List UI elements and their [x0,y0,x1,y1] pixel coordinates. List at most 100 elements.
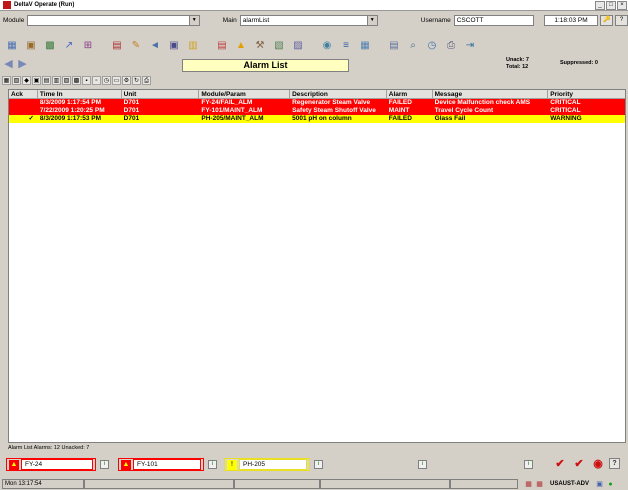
alarm-row[interactable]: 7/22/2009 1:20:25 PM D701 FY-101/MAINT_ALM… [9,107,625,115]
filter-unack-icon[interactable]: ▧ [12,76,21,85]
filter-type-icon[interactable]: ▭ [112,76,121,85]
unit-cell: D701 [123,115,140,122]
exit-icon[interactable]: ⇥ [462,39,478,53]
status-panel-2 [234,479,320,489]
filter-priority-icon[interactable]: ▫ [92,76,101,85]
alarm-banner-tag[interactable]: FY-101 [133,459,201,470]
filter-time-icon[interactable]: ◷ [102,76,111,85]
chevron-down-icon[interactable]: ▼ [188,15,199,25]
silence-horn-icon[interactable]: ◉ [590,458,606,471]
info-icon[interactable]: i [100,460,109,469]
alarm-banner: ▲ FY-24 i ▲ FY-101 i ! PH-205 i i i ✔ ✔ … [6,458,626,472]
monitor-icon: ▣ [596,480,603,488]
alarm-banner-slot-1[interactable]: ▲ FY-24 [6,458,96,471]
description-cell: Safety Steam Shutoff Valve [292,107,376,114]
help-button[interactable]: ? [615,14,628,26]
close-button[interactable]: × [617,0,627,10]
picture-icon[interactable]: ▧ [271,39,287,53]
filter-refresh-icon[interactable]: ↻ [132,76,141,85]
grid-icon[interactable]: ▦ [357,39,373,53]
back-arrow-icon[interactable]: ◀ [2,58,15,71]
main-display-value: alarmList [242,16,270,24]
chevron-down-icon[interactable]: ▼ [366,15,377,25]
filter-medium-icon[interactable]: ▤ [42,76,51,85]
header-row: Module ▼ Main alarmList ▼ Username CSCOT… [0,13,628,27]
window-icon[interactable]: ▣ [166,39,182,53]
ack-buttons: ✔ ✔ ◉ ? [552,458,623,471]
info-icon[interactable]: i [314,460,323,469]
process-graphics-icon[interactable]: ▩ [42,39,58,53]
plant-icon: ▦ [536,480,543,488]
filter-unit-icon[interactable]: ▩ [72,76,81,85]
alarm-banner-tag[interactable]: FY-24 [21,459,93,470]
maximize-button[interactable]: □ [606,0,616,10]
trend-icon[interactable]: ↗ [61,39,77,53]
filter-all-icon[interactable]: ▦ [2,76,11,85]
col-alarm[interactable]: Alarm [387,90,433,98]
warning-icon[interactable]: ▲ [233,39,249,53]
col-priority[interactable]: Priority [548,90,625,98]
alarm-banner-tag[interactable]: PH-205 [239,459,307,470]
ack-check-icon[interactable]: ✔ [552,458,568,471]
alarm-banner-slot-3[interactable]: ! PH-205 [224,458,310,471]
page-title: Alarm List [182,59,349,72]
module-combo[interactable]: ▼ [27,14,200,26]
key-icon[interactable]: 🔑 [600,14,614,26]
nav-back-icon[interactable]: ◄ [147,39,163,53]
col-message[interactable]: Message [433,90,549,98]
username-field[interactable]: CSCOTT [453,14,534,26]
chart-icon[interactable]: ▤ [214,39,230,53]
info-icon[interactable]: i [524,460,533,469]
ack-cell [9,99,38,107]
unack-label: Unack: [506,57,525,63]
alarm-row[interactable]: ✓ 8/3/2009 1:17:53 PM D701 PH-205/MAINT_ALM… [9,115,625,123]
module-cell: FY-24/FAIL_ALM [201,99,253,106]
alarm-row[interactable]: 8/3/2009 1:17:54 PM D701 FY-24/FAIL_ALM Reg… [9,99,625,107]
help-icon[interactable]: ? [609,458,620,469]
alarm-bell-icon: ! [227,459,237,470]
filter-low-icon[interactable]: ▥ [52,76,61,85]
col-ack[interactable]: Ack [9,90,38,98]
filter-settings-icon[interactable]: ⚙ [122,76,131,85]
printer-icon[interactable]: ⎙ [443,39,459,53]
total-label: Total: [506,64,521,70]
minimize-button[interactable]: _ [595,0,605,10]
clipboard-icon[interactable]: ▤ [386,39,402,53]
col-module-param[interactable]: Module/Param [199,90,291,98]
edit-icon[interactable]: ▨ [290,39,306,53]
filter-module-icon[interactable]: ▪ [82,76,91,85]
book-icon[interactable]: ▤ [109,39,125,53]
alarm-banner-slot-2[interactable]: ▲ FY-101 [118,458,204,471]
tools-icon[interactable]: ⚒ [252,39,268,53]
faceplate-icon[interactable]: ▦ [4,39,20,53]
col-unit[interactable]: Unit [122,90,200,98]
col-time-in[interactable]: Time In [38,90,122,98]
status-panel-4 [450,479,518,489]
connection-status-icon: ● [608,480,613,488]
message-cell: Glass Fail [434,115,466,122]
info-icon[interactable]: i [418,460,427,469]
filter-area-icon[interactable]: ▨ [62,76,71,85]
ack-cell: ✓ [28,115,34,122]
pencil-icon[interactable]: ✎ [128,39,144,53]
diagnostics-icon[interactable]: ⊞ [80,39,96,53]
col-description[interactable]: Description [290,90,387,98]
suppressed-label: Suppressed: [560,60,594,66]
info-icon[interactable]: i [208,460,217,469]
main-label: Main [222,16,237,24]
username-value: CSCOTT [456,16,484,24]
detail-icon[interactable]: ▣ [23,39,39,53]
globe-icon[interactable]: ◉ [319,39,335,53]
search-icon[interactable]: ⌕ [405,39,421,53]
time-cell: 8/3/2009 1:17:54 PM [39,99,101,106]
filter-print-icon[interactable]: ⎙ [142,76,151,85]
ack-all-icon[interactable]: ✔ [571,458,587,471]
folder-icon[interactable]: ▥ [185,39,201,53]
forward-arrow-icon[interactable]: ▶ [16,58,29,71]
filter-high-icon[interactable]: ▣ [32,76,41,85]
filter-critical-icon[interactable]: ◆ [22,76,31,85]
main-display-combo[interactable]: alarmList ▼ [239,14,378,26]
priority-cell: CRITICAL [550,107,581,114]
list-icon[interactable]: ≡ [338,39,354,53]
clock-icon[interactable]: ◷ [424,39,440,53]
